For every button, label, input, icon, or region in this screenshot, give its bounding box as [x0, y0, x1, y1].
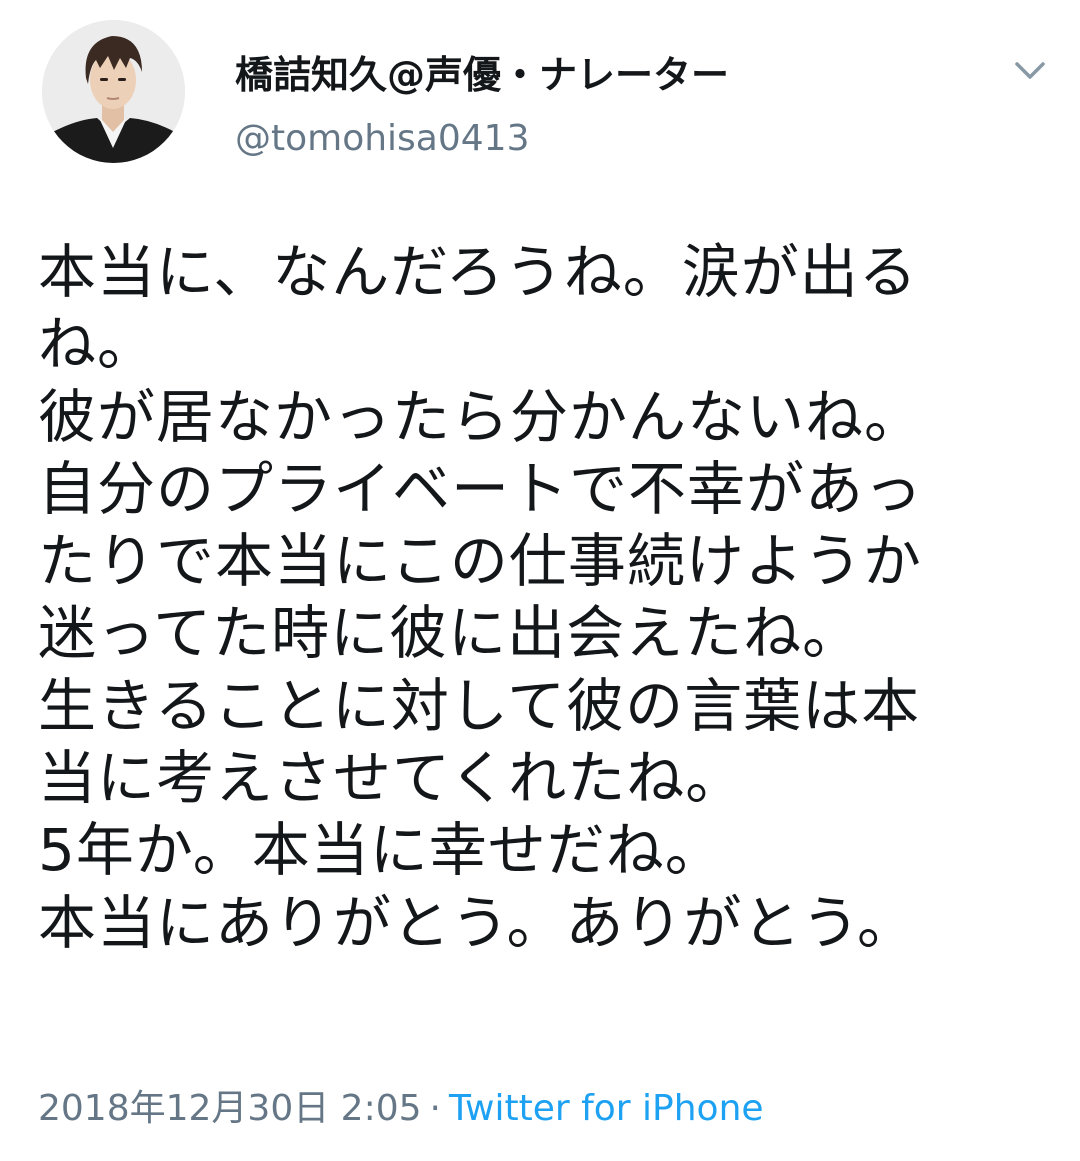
avatar-image	[42, 20, 185, 163]
tweet-timestamp[interactable]: 2018年12月30日 2:05	[38, 1088, 422, 1129]
tweet-text-line: 生きることに対して彼の言葉は本	[38, 671, 921, 740]
tweet-text-line: 彼が居なかったら分かんないね。	[38, 382, 924, 451]
tweet-text-line: 迷ってた時に彼に出会えたね。	[38, 599, 862, 668]
tweet-meta: 2018年12月30日 2:05 · Twitter for iPhone	[38, 1084, 764, 1134]
tweet-text-line: 当に考えさせてくれたね。	[38, 744, 745, 813]
author-display-name[interactable]: 橋詰知久@声優・ナレーター	[235, 50, 729, 100]
tweet-text-line: 本当に、なんだろうね。涙が出る	[38, 238, 918, 306]
tweet-text-line: 本当にありがとう。ありがとう。	[38, 888, 917, 957]
chevron-down-icon[interactable]	[1010, 55, 1050, 85]
meta-separator: ·	[429, 1088, 441, 1129]
avatar[interactable]	[42, 20, 185, 163]
tweet-source-link[interactable]: Twitter for iPhone	[449, 1088, 764, 1129]
tweet-text-line: ね。	[38, 310, 157, 379]
tweet-text-line: 自分のプライベートで不幸があっ	[38, 454, 924, 523]
tweet-card: 橋詰知久@声優・ナレーター @tomohisa0413 本当に、なんだろうね。涙…	[0, 0, 1080, 1161]
tweet-text: 本当に、なんだろうね。涙が出る ね。 彼が居なかったら分かんないね。 自分のプラ…	[38, 236, 1048, 959]
tweet-text-line: 5年か。本当に幸せだね。	[38, 816, 724, 885]
author-handle[interactable]: @tomohisa0413	[235, 116, 530, 162]
tweet-text-line: たりで本当にこの仕事続けようか	[38, 527, 922, 596]
